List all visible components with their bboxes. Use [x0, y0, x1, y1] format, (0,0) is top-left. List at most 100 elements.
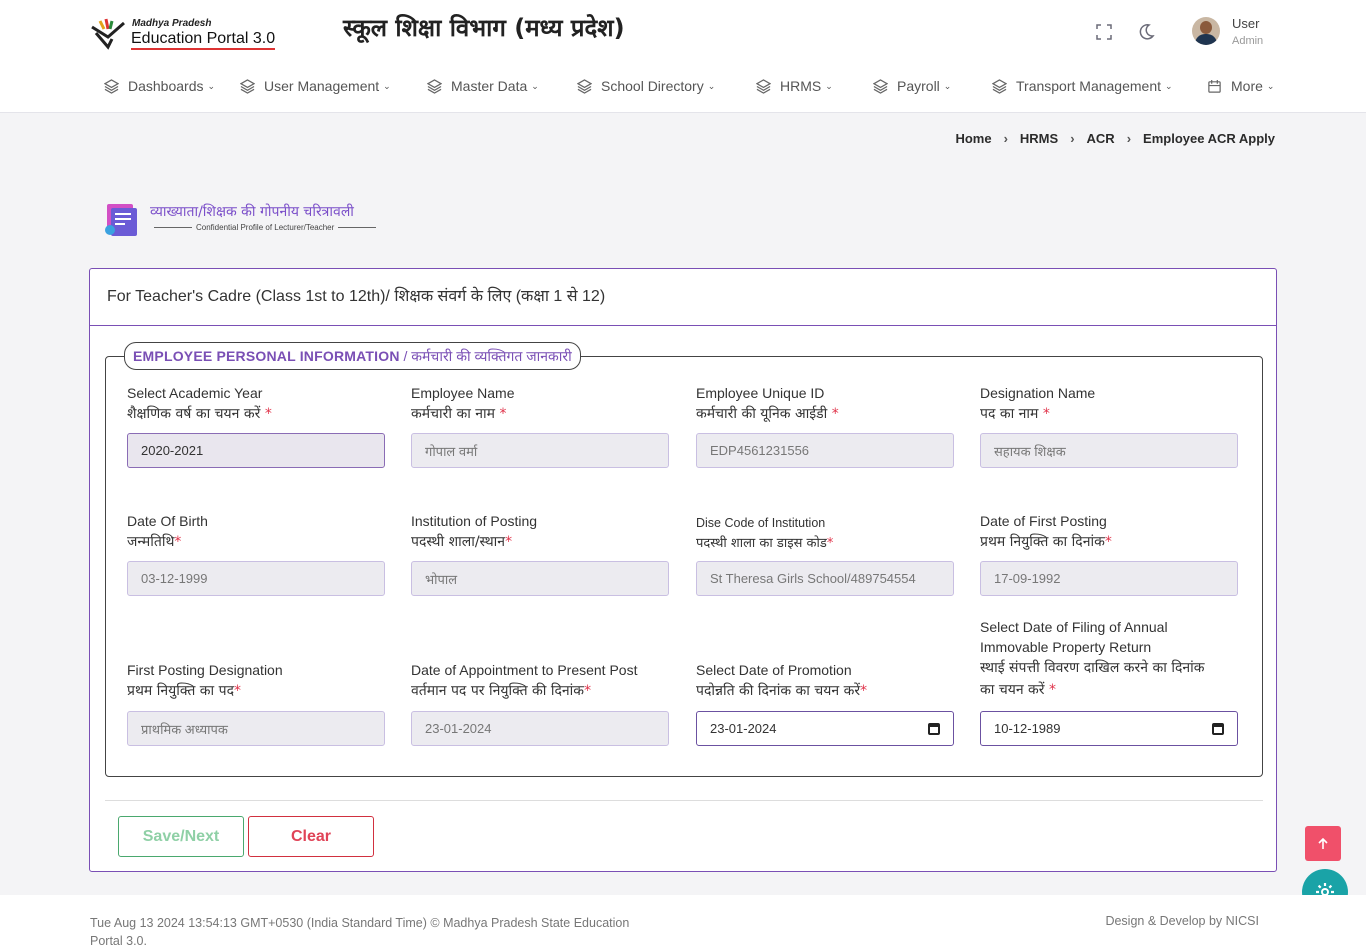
- chevron-right-icon: ›: [1126, 131, 1132, 146]
- department-title: स्कूल शिक्षा विभाग (मध्य प्रदेश): [343, 14, 625, 42]
- dise-code-field: Dise Code of Institution पदस्थी शाला का …: [696, 511, 954, 596]
- chevron-right-icon: ›: [1003, 131, 1008, 146]
- field-label: Select Academic Year: [127, 385, 263, 401]
- chevron-right-icon: ›: [1070, 131, 1075, 146]
- field-label-hindi: जन्मतिथि*: [127, 534, 182, 550]
- field-label: Employee Name: [411, 385, 515, 401]
- dob-field: Date Of Birth जन्मतिथि* 03-12-1999: [127, 511, 385, 596]
- property-return-date-value: 10-12-1989: [994, 721, 1061, 736]
- first-posting-designation-input[interactable]: प्राथमिक अध्यापक: [127, 711, 385, 746]
- dob-input[interactable]: 03-12-1999: [127, 561, 385, 596]
- breadcrumb-home[interactable]: Home: [955, 131, 991, 146]
- layers-icon: [992, 78, 1007, 94]
- promotion-date-field: Select Date of Promotion पदोन्नति की दिन…: [696, 660, 954, 746]
- field-label-hindi-line2: का चयन करें *: [980, 682, 1056, 698]
- field-label: Date of Appointment to Present Post: [411, 662, 638, 678]
- nav-master-data[interactable]: Master Data ⌄: [427, 78, 539, 94]
- main-nav: Dashboards ⌄ User Management ⌄ Master Data…: [0, 72, 1366, 104]
- first-posting-designation-field: First Posting Designation प्रथम नियुक्ति…: [127, 660, 385, 746]
- layers-icon: [577, 78, 592, 94]
- page-heading-english-row: Confidential Profile of Lecturer/Teacher: [150, 223, 380, 232]
- institution-input[interactable]: भोपाल: [411, 561, 669, 596]
- fullscreen-icon[interactable]: [1094, 22, 1114, 42]
- field-label-hindi: कर्मचारी की यूनिक आईडी *: [696, 406, 839, 422]
- designation-input[interactable]: सहायक शिक्षक: [980, 433, 1238, 468]
- dise-code-input[interactable]: St Theresa Girls School/489754554: [696, 561, 954, 596]
- layers-icon: [240, 78, 255, 94]
- breadcrumb-acr[interactable]: ACR: [1087, 131, 1115, 146]
- logo-line-2: Education Portal 3.0: [131, 29, 276, 50]
- breadcrumb-current: Employee ACR Apply: [1143, 131, 1275, 146]
- appointment-date-input[interactable]: 23-01-2024: [411, 711, 669, 746]
- page-heading-hindi: व्याख्याता/शिक्षक की गोपनीय चरित्रावली: [150, 204, 354, 220]
- promotion-date-picker[interactable]: 23-01-2024: [696, 711, 954, 746]
- field-label-line2: Immovable Property Return: [980, 639, 1152, 655]
- logo-book-icon: [91, 18, 125, 50]
- calendar-icon: [1208, 79, 1221, 93]
- field-label-hindi: स्थाई संपत्ती विवरण दाखिल करने का दिनांक: [980, 660, 1205, 676]
- calendar-icon[interactable]: [928, 722, 940, 735]
- promotion-date-value: 23-01-2024: [710, 721, 777, 736]
- nav-label: HRMS: [780, 78, 822, 94]
- user-role: Admin: [1232, 35, 1264, 47]
- first-posting-date-input[interactable]: 17-09-1992: [980, 561, 1238, 596]
- field-label-hindi: प्रथम नियुक्ति का पद*: [127, 683, 242, 699]
- nav-payroll[interactable]: Payroll ⌄: [873, 78, 951, 94]
- breadcrumb-hrms[interactable]: HRMS: [1020, 131, 1058, 146]
- footer-credit[interactable]: Design & Develop by NICSI: [1105, 914, 1259, 928]
- employee-id-field: Employee Unique ID कर्मचारी की यूनिक आईड…: [696, 383, 954, 468]
- field-label: First Posting Designation: [127, 662, 283, 678]
- employee-name-field: Employee Name कर्मचारी का नाम * गोपाल वर…: [411, 383, 669, 468]
- nav-dashboards[interactable]: Dashboards ⌄: [104, 78, 215, 94]
- scroll-to-top-button[interactable]: [1305, 826, 1341, 861]
- field-label-hindi: पदोन्नति की दिनांक का चयन करें*: [696, 683, 868, 699]
- institution-field: Institution of Posting पदस्थी शाला/स्थान…: [411, 511, 669, 596]
- save-next-button[interactable]: Save/Next: [118, 816, 244, 857]
- nav-school-directory[interactable]: School Directory ⌄: [577, 78, 715, 94]
- nav-transport-management[interactable]: Transport Management ⌄: [992, 78, 1173, 94]
- property-return-date-picker[interactable]: 10-12-1989: [980, 711, 1238, 746]
- nav-label: Dashboards: [128, 78, 204, 94]
- top-header: Madhya Pradesh Education Portal 3.0 स्कू…: [0, 0, 1366, 113]
- employee-id-input[interactable]: EDP4561231556: [696, 433, 954, 468]
- footer: Tue Aug 13 2024 13:54:13 GMT+0530 (India…: [0, 895, 1366, 951]
- field-label: Dise Code of Institution: [696, 516, 826, 530]
- field-label: Select Date of Promotion: [696, 662, 852, 678]
- logo-line-1: Madhya Pradesh: [132, 18, 212, 29]
- employee-name-input[interactable]: गोपाल वर्मा: [411, 433, 669, 468]
- field-label-hindi: पदस्थी शाला का डाइस कोड*: [696, 536, 834, 551]
- portal-logo[interactable]: Madhya Pradesh Education Portal 3.0: [90, 15, 290, 53]
- field-label: Employee Unique ID: [696, 385, 825, 401]
- nav-label: Payroll: [897, 78, 940, 94]
- personal-info-fieldset: EMPLOYEE PERSONAL INFORMATION / कर्मचारी…: [105, 342, 1263, 777]
- clear-button[interactable]: Clear: [248, 816, 374, 857]
- avatar[interactable]: [1192, 17, 1220, 45]
- legend-hindi: / कर्मचारी की व्यक्तिगत जानकारी: [399, 348, 572, 364]
- layers-icon: [873, 78, 888, 94]
- nav-label: More: [1231, 78, 1263, 94]
- field-label-hindi: शैक्षणिक वर्ष का चयन करें *: [127, 406, 272, 422]
- moon-icon[interactable]: [1136, 22, 1156, 42]
- academic-year-select[interactable]: 2020-2021: [127, 433, 385, 468]
- appointment-date-field: Date of Appointment to Present Post वर्त…: [411, 660, 669, 746]
- field-label: Institution of Posting: [411, 513, 538, 529]
- nav-hrms[interactable]: HRMS ⌄: [756, 78, 833, 94]
- fieldset-legend: EMPLOYEE PERSONAL INFORMATION / कर्मचारी…: [124, 342, 581, 370]
- field-label-hindi: प्रथम नियुक्ति का दिनांक*: [980, 534, 1112, 550]
- acr-form-card: For Teacher's Cadre (Class 1st to 12th)/…: [89, 268, 1277, 872]
- field-label-hindi: पदस्थी शाला/स्थान*: [411, 534, 513, 550]
- card-title: For Teacher's Cadre (Class 1st to 12th)/…: [107, 288, 606, 305]
- calendar-icon[interactable]: [1212, 722, 1224, 735]
- field-label-hindi: कर्मचारी का नाम *: [411, 406, 507, 422]
- academic-year-field: Select Academic Year शैक्षणिक वर्ष का चय…: [127, 383, 385, 468]
- nav-more[interactable]: More ⌄: [1207, 78, 1274, 94]
- nav-user-management[interactable]: User Management ⌄: [240, 78, 391, 94]
- page-heading-english: Confidential Profile of Lecturer/Teacher: [196, 223, 335, 232]
- field-label: Date of First Posting: [980, 513, 1107, 529]
- nav-label: Transport Management: [1016, 78, 1161, 94]
- document-icon: [105, 204, 137, 236]
- layers-icon: [427, 78, 442, 94]
- legend-english: EMPLOYEE PERSONAL INFORMATION: [133, 348, 400, 364]
- page-heading: व्याख्याता/शिक्षक की गोपनीय चरित्रावली C…: [103, 200, 403, 240]
- field-label: Select Date of Filing of Annual: [980, 619, 1168, 635]
